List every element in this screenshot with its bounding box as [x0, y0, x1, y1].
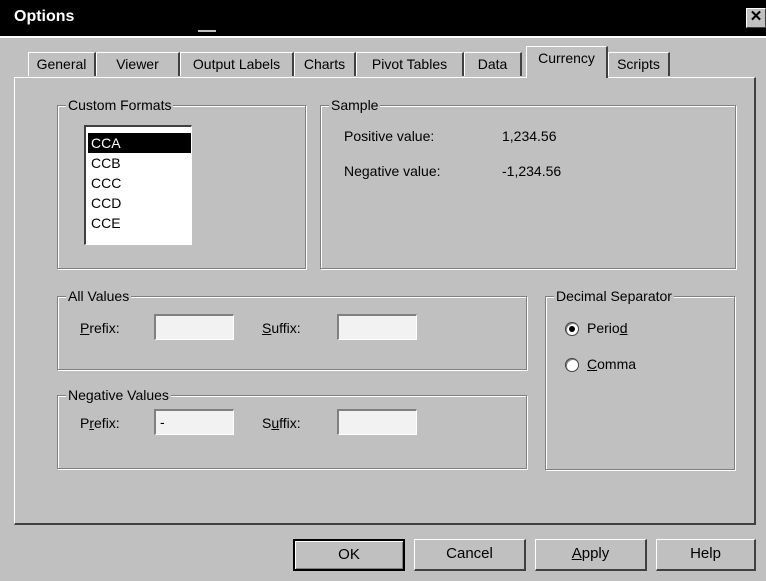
tab-scripts[interactable]: Scripts: [608, 52, 670, 76]
comma-radio[interactable]: [565, 358, 579, 372]
tab-currency[interactable]: Currency: [526, 46, 608, 78]
tab-output-labels[interactable]: Output Labels: [180, 52, 294, 76]
period-radio[interactable]: [565, 322, 579, 336]
all-values-suffix-label: Suffix:: [262, 320, 301, 336]
positive-value-label: Positive value:: [344, 128, 435, 144]
negative-values-group: Negative Values: [57, 386, 527, 469]
sample-label: Sample: [329, 96, 381, 114]
all-values-prefix-input[interactable]: [154, 314, 234, 340]
negative-prefix-label: Prefix:: [80, 415, 120, 431]
decimal-separator-label: Decimal Separator: [554, 287, 674, 305]
comma-radio-label[interactable]: Comma: [587, 356, 636, 372]
negative-value: -1,234.56: [502, 163, 562, 179]
list-item[interactable]: CCE: [88, 213, 191, 233]
list-item[interactable]: CCA: [88, 133, 191, 153]
list-item[interactable]: CCD: [88, 193, 191, 213]
ok-button[interactable]: OK: [293, 539, 405, 571]
tab-charts[interactable]: Charts: [294, 52, 356, 76]
window-title: Options: [14, 8, 75, 25]
cancel-button[interactable]: Cancel: [414, 539, 526, 571]
negative-values-label: Negative Values: [66, 386, 171, 404]
list-item[interactable]: CCB: [88, 153, 191, 173]
custom-formats-label: Custom Formats: [66, 96, 174, 114]
negative-prefix-input[interactable]: -: [154, 409, 234, 435]
apply-button[interactable]: Apply: [535, 539, 647, 571]
title-bar: Options ✕: [0, 0, 766, 38]
custom-formats-list[interactable]: CCA CCB CCC CCD CCE: [84, 125, 192, 245]
tab-general[interactable]: General: [28, 52, 96, 76]
period-radio-label[interactable]: Period: [587, 320, 627, 336]
tab-pivot-tables[interactable]: Pivot Tables: [356, 52, 464, 76]
title-bar-notch: [198, 30, 216, 32]
negative-suffix-input[interactable]: [337, 409, 417, 435]
tab-data[interactable]: Data: [464, 52, 522, 76]
all-values-suffix-input[interactable]: [337, 314, 417, 340]
list-item[interactable]: CCC: [88, 173, 191, 193]
close-icon[interactable]: ✕: [746, 8, 766, 28]
tab-viewer[interactable]: Viewer: [96, 52, 180, 76]
positive-value: 1,234.56: [502, 128, 557, 144]
negative-suffix-label: Suffix:: [262, 415, 301, 431]
all-values-prefix-label: Prefix:: [80, 320, 120, 336]
all-values-label: All Values: [66, 287, 132, 305]
negative-value-label: Negative value:: [344, 163, 441, 179]
help-button[interactable]: Help: [656, 539, 756, 571]
